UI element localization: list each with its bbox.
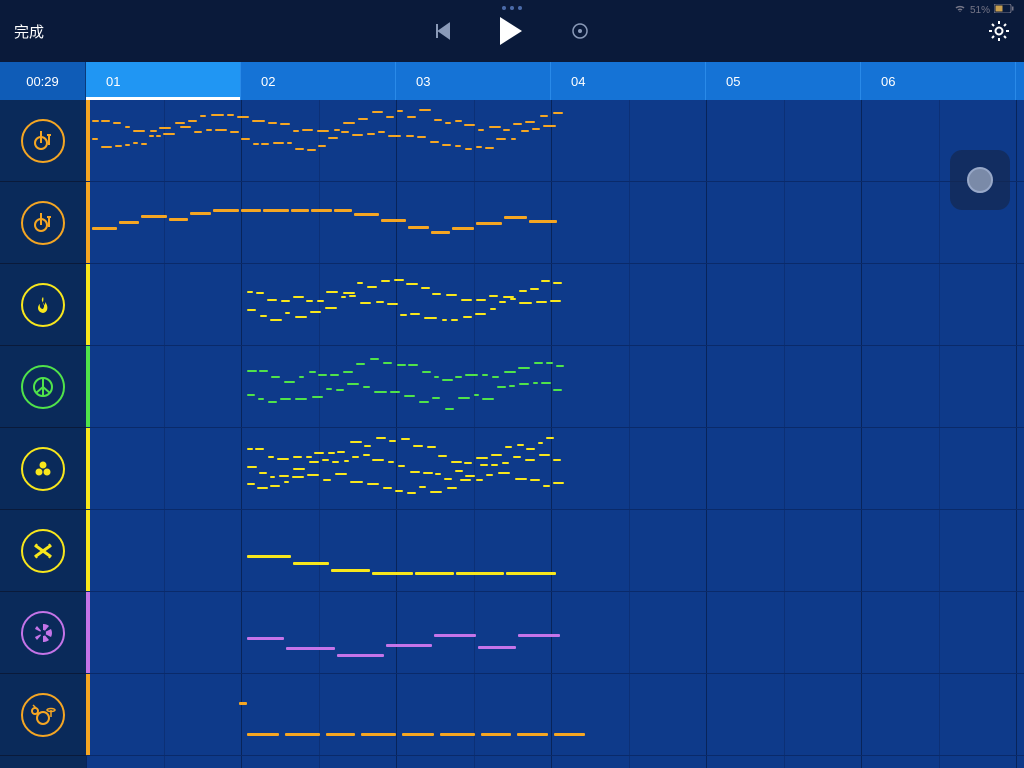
track-color-bar <box>86 428 90 509</box>
midi-clip[interactable] <box>247 598 557 667</box>
flame-icon <box>21 283 65 327</box>
battery-text: 51% <box>970 5 990 16</box>
settings-button[interactable] <box>988 20 1010 42</box>
measure-marker-04[interactable]: 04 <box>551 62 706 100</box>
track-row[interactable] <box>86 100 1024 182</box>
track-color-bar <box>86 182 90 263</box>
track-row[interactable] <box>86 592 1024 674</box>
track-header-8[interactable] <box>0 674 86 756</box>
track-row[interactable] <box>86 674 1024 756</box>
midi-clip[interactable] <box>247 516 557 585</box>
note-container <box>92 106 557 175</box>
main-area <box>0 100 1024 768</box>
track-color-bar <box>86 346 90 427</box>
done-button[interactable]: 完成 <box>14 21 44 42</box>
drag-handle-icon[interactable] <box>502 6 522 10</box>
drumkit-icon <box>21 693 65 737</box>
track-header-6[interactable] <box>0 510 86 592</box>
note-container <box>247 352 557 421</box>
track-color-bar <box>86 592 90 673</box>
track-row[interactable] <box>86 264 1024 346</box>
midi-clip[interactable] <box>247 352 557 421</box>
measure-marker-03[interactable]: 03 <box>396 62 551 100</box>
track-row[interactable] <box>86 428 1024 510</box>
assistive-touch-button[interactable] <box>950 150 1010 210</box>
midi-clip[interactable] <box>92 188 557 257</box>
time-display: 00:29 <box>0 62 86 100</box>
assistive-dot-icon <box>967 167 993 193</box>
track-row[interactable] <box>86 346 1024 428</box>
top-toolbar: 51% 完成 <box>0 0 1024 62</box>
transport-controls <box>434 17 590 45</box>
battery-icon <box>994 4 1014 16</box>
midi-clip[interactable] <box>92 106 557 175</box>
dobro-icon <box>21 201 65 245</box>
fan-icon <box>21 611 65 655</box>
measure-marker-02[interactable]: 02 <box>241 62 396 100</box>
track-header-5[interactable] <box>0 428 86 510</box>
midi-clip[interactable] <box>247 270 557 339</box>
track-color-bar <box>86 264 90 345</box>
cross-icon <box>21 529 65 573</box>
track-color-bar <box>86 510 90 591</box>
track-row[interactable] <box>86 182 1024 264</box>
track-color-bar <box>86 674 90 755</box>
measure-marker-05[interactable]: 05 <box>706 62 861 100</box>
note-container <box>247 598 557 667</box>
midi-clip[interactable] <box>247 680 557 749</box>
midi-clip[interactable] <box>247 434 557 503</box>
track-header-3[interactable] <box>0 264 86 346</box>
note-container <box>92 188 557 257</box>
midi-note <box>239 702 247 705</box>
track-row[interactable] <box>86 510 1024 592</box>
status-bar: 51% <box>954 4 1014 16</box>
track-header-4[interactable] <box>0 346 86 428</box>
note-container <box>247 516 557 585</box>
track-header-2[interactable] <box>0 182 86 264</box>
loop-button[interactable] <box>570 21 590 41</box>
cluster-icon <box>21 447 65 491</box>
track-header-7[interactable] <box>0 592 86 674</box>
note-container <box>247 434 557 503</box>
track-sidebar <box>0 100 86 768</box>
prev-button[interactable] <box>434 22 452 40</box>
dobro-icon <box>21 119 65 163</box>
track-color-bar <box>86 100 90 181</box>
wifi-icon <box>954 4 966 16</box>
measure-marker-06[interactable]: 06 <box>861 62 1016 100</box>
timeline-canvas[interactable] <box>86 100 1024 768</box>
play-button[interactable] <box>500 17 522 45</box>
peace-icon <box>21 365 65 409</box>
app-root: 51% 完成 00:29 01 02 03 04 05 06 <box>0 0 1024 768</box>
note-container <box>247 270 557 339</box>
track-header-1[interactable] <box>0 100 86 182</box>
timeline-ruler[interactable]: 00:29 01 02 03 04 05 06 <box>0 62 1024 100</box>
measure-marker-01[interactable]: 01 <box>86 62 241 100</box>
note-container <box>247 680 557 749</box>
